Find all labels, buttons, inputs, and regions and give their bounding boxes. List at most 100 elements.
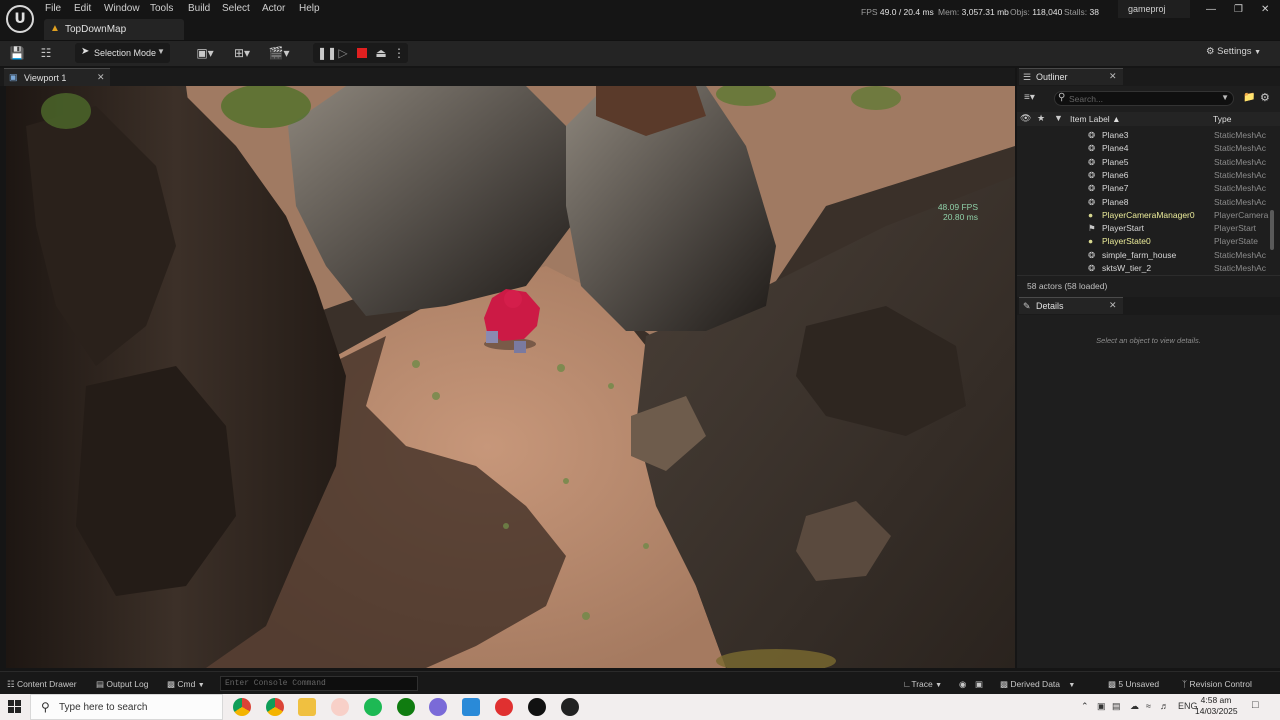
add-folder-icon[interactable]: 📁 bbox=[1243, 92, 1255, 103]
derived-data-icon: ▩ bbox=[1000, 679, 1009, 689]
menu-help[interactable]: Help bbox=[299, 3, 320, 14]
revision-control-label: Revision Control bbox=[1189, 679, 1252, 689]
settings-button[interactable]: ⚙ Settings ▼ bbox=[1206, 46, 1261, 57]
menu-select[interactable]: Select bbox=[222, 3, 250, 14]
outliner-row[interactable]: ❂ simple_farm_house StaticMeshAc bbox=[1017, 249, 1269, 262]
chrome-icon[interactable] bbox=[233, 698, 251, 716]
drawer-icon: ☷ bbox=[7, 679, 15, 689]
youtube-icon[interactable] bbox=[495, 698, 513, 716]
outliner-row[interactable]: ❂ Plane4 StaticMeshAc bbox=[1017, 142, 1269, 155]
save-icon[interactable]: 💾 bbox=[9, 45, 25, 61]
menu-actor[interactable]: Actor bbox=[262, 3, 285, 14]
taskbar-clock[interactable]: 4:58 am 14/03/2025 bbox=[1195, 695, 1238, 717]
outliner-row-label: PlayerCameraManager0 bbox=[1102, 209, 1195, 220]
tab-outliner[interactable]: ☰ Outliner ✕ bbox=[1019, 68, 1123, 85]
output-log-button[interactable]: ▤ Output Log bbox=[96, 679, 148, 690]
vscode-icon[interactable] bbox=[462, 698, 480, 716]
fps-stat: FPS 49.0 / 20.4 ms bbox=[861, 7, 934, 17]
unsaved-button[interactable]: ▩ 5 Unsaved bbox=[1108, 679, 1159, 690]
outliner-row[interactable]: ❂ Plane5 StaticMeshAc bbox=[1017, 156, 1269, 169]
restore-icon[interactable]: ❐ bbox=[1234, 4, 1243, 15]
star-icon[interactable]: ★ bbox=[1037, 113, 1045, 124]
discord-icon[interactable] bbox=[429, 698, 447, 716]
outliner-row[interactable]: ⚑ PlayerStart PlayerStart bbox=[1017, 222, 1269, 235]
filter-icon[interactable]: ≡▾ bbox=[1024, 92, 1035, 103]
column-item-label[interactable]: Item Label ▲ bbox=[1070, 114, 1120, 124]
chevron-down-icon[interactable]: ▼ bbox=[1221, 93, 1229, 102]
more-options-icon[interactable]: ⋮ bbox=[393, 45, 405, 61]
trace-dropdown[interactable]: ∟Trace ▼ bbox=[903, 679, 942, 689]
unreal-engine-icon[interactable] bbox=[528, 698, 546, 716]
column-type[interactable]: Type bbox=[1213, 114, 1231, 124]
stop-icon[interactable] bbox=[357, 48, 367, 58]
content-browser-icon[interactable]: ☷ bbox=[38, 45, 54, 61]
wifi-icon[interactable]: ≈ bbox=[1146, 701, 1151, 711]
paint-icon[interactable] bbox=[331, 698, 349, 716]
outliner-row-type: StaticMeshAc bbox=[1214, 183, 1266, 194]
pause-icon[interactable]: ❚❚ bbox=[317, 45, 337, 61]
fps-overlay-value: 48.09 FPS bbox=[937, 202, 978, 212]
cloud-icon[interactable]: ☁ bbox=[1130, 701, 1139, 712]
close-icon[interactable]: ✕ bbox=[1261, 4, 1269, 15]
add-actor-icon[interactable]: ▣▾ bbox=[192, 45, 218, 61]
menu-tools[interactable]: Tools bbox=[150, 3, 173, 14]
obs-icon[interactable] bbox=[561, 698, 579, 716]
derived-data-dropdown[interactable]: ▩ Derived Data ▼ bbox=[1000, 679, 1075, 690]
taskbar-search[interactable]: ⚲ Type here to search bbox=[30, 694, 223, 720]
close-icon[interactable]: ✕ bbox=[1109, 71, 1117, 82]
notification-icon[interactable]: □ bbox=[1252, 699, 1259, 711]
outliner-row[interactable]: ● PlayerState0 PlayerState bbox=[1017, 235, 1269, 248]
chrome-profile-icon[interactable] bbox=[266, 698, 284, 716]
outliner-row[interactable]: ● PlayerCameraManager0 PlayerCamera bbox=[1017, 209, 1269, 222]
network-icon[interactable]: ▤ bbox=[1112, 701, 1121, 712]
pin-icon[interactable]: ▼ bbox=[1054, 113, 1063, 123]
outliner-row-type: PlayerCamera bbox=[1214, 209, 1269, 220]
menu-build[interactable]: Build bbox=[188, 3, 210, 14]
outliner-scrollbar[interactable] bbox=[1270, 210, 1274, 250]
unreal-logo-icon[interactable]: U bbox=[6, 5, 34, 33]
step-icon[interactable]: ▷ bbox=[335, 45, 351, 61]
menu-file[interactable]: File bbox=[45, 3, 61, 14]
tab-viewport-1[interactable]: ▣ Viewport 1 ✕ bbox=[4, 68, 110, 86]
outliner-row[interactable]: ❂ Plane3 StaticMeshAc bbox=[1017, 129, 1269, 142]
details-hint: Select an object to view details. bbox=[1096, 336, 1201, 345]
visibility-icon[interactable]: 👁 bbox=[1020, 113, 1031, 124]
content-drawer-button[interactable]: ☷ Content Drawer bbox=[7, 679, 77, 690]
chevron-up-icon[interactable]: ⌃ bbox=[1081, 701, 1089, 712]
level-viewport[interactable]: 48.09 FPS 20.80 ms bbox=[6, 86, 1015, 668]
console-input[interactable] bbox=[221, 677, 417, 690]
cmd-dropdown[interactable]: ▩ Cmd ▼ bbox=[167, 679, 205, 690]
outliner-row-label: Plane7 bbox=[1102, 183, 1129, 194]
viewport-icon: ▣ bbox=[9, 72, 18, 82]
file-explorer-icon[interactable] bbox=[298, 698, 316, 716]
map-tab[interactable]: ▲ TopDownMap bbox=[44, 19, 184, 40]
xbox-icon[interactable] bbox=[397, 698, 415, 716]
spotify-icon[interactable] bbox=[364, 698, 382, 716]
menu-window[interactable]: Window bbox=[104, 3, 140, 14]
tab-details[interactable]: ✎ Details ✕ bbox=[1019, 297, 1123, 314]
outliner-row[interactable]: ❂ sktsW_tier_2 StaticMeshAc bbox=[1017, 262, 1269, 275]
console-command-field[interactable] bbox=[220, 676, 418, 691]
outliner-search[interactable]: ⚲ ▼ bbox=[1054, 91, 1234, 106]
gear-icon[interactable]: ⚙ bbox=[1260, 91, 1270, 104]
search-input[interactable] bbox=[1069, 93, 1219, 105]
outliner-row[interactable]: ❂ Plane6 StaticMeshAc bbox=[1017, 169, 1269, 182]
volume-icon[interactable]: ♬ bbox=[1160, 701, 1169, 711]
record-icon[interactable]: ◉ bbox=[959, 679, 966, 690]
static-mesh-icon: ❂ bbox=[1088, 249, 1096, 260]
eject-icon[interactable]: ⏏ bbox=[373, 45, 389, 61]
windows-start-icon[interactable] bbox=[8, 700, 22, 714]
blueprint-icon[interactable]: ⊞▾ bbox=[229, 45, 255, 61]
outliner-row[interactable]: ❂ Plane8 StaticMeshAc bbox=[1017, 196, 1269, 209]
menu-edit[interactable]: Edit bbox=[74, 3, 91, 14]
device-icon[interactable]: ▣ bbox=[1097, 701, 1106, 712]
cinematics-icon[interactable]: 🎬▾ bbox=[266, 45, 292, 61]
selection-mode-dropdown[interactable]: ➤ Selection Mode ▼ bbox=[75, 43, 170, 63]
minimize-icon[interactable]: — bbox=[1206, 4, 1216, 15]
actor-icon: ● bbox=[1088, 236, 1094, 247]
outliner-row[interactable]: ❂ Plane7 StaticMeshAc bbox=[1017, 182, 1269, 195]
screenshot-icon[interactable]: ▣ bbox=[975, 679, 983, 690]
revision-control-button[interactable]: ᛉ Revision Control bbox=[1182, 679, 1252, 689]
close-icon[interactable]: ✕ bbox=[97, 72, 105, 83]
close-icon[interactable]: ✕ bbox=[1109, 300, 1117, 311]
